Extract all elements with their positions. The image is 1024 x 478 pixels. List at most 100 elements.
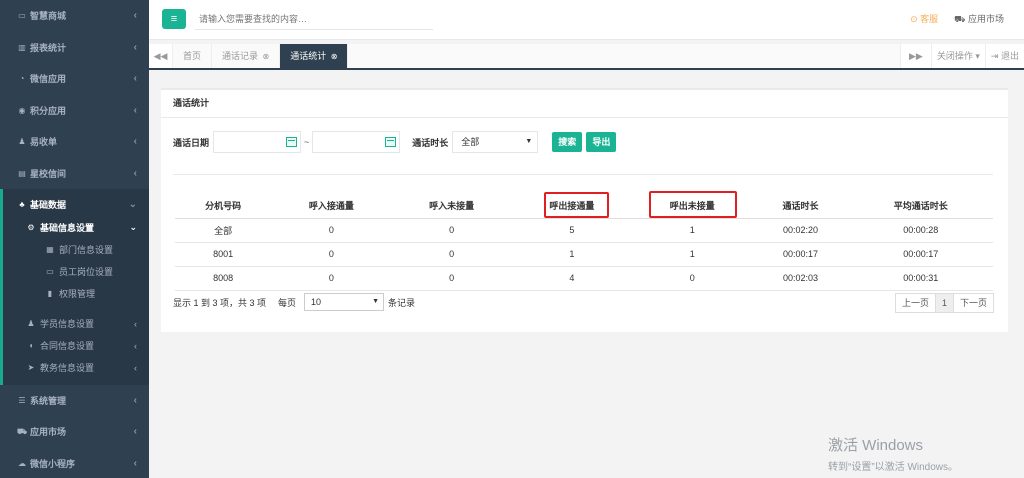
table-cell: 8008 (175, 266, 272, 291)
sidebar-item-miniprogram[interactable]: ☁ 微信小程序 ‹ (0, 448, 149, 478)
sidebar-item-wechat[interactable]: ◔ 微信应用 ‹ (0, 63, 149, 95)
cart-icon: ⛟ (16, 426, 28, 436)
windows-activation-watermark: 激活 Windows 转到“设置”以激活 Windows。 (828, 437, 959, 473)
users-icon: ♟ (27, 319, 35, 328)
table-row: 8001 0 0 1 1 00:00:17 00:00:17 (175, 242, 993, 267)
export-button[interactable]: 导出 (586, 132, 617, 152)
table-cell: 5 (511, 218, 633, 243)
sidebar-item-appmarket[interactable]: ⛟ 应用市场 ‹ (0, 416, 149, 448)
cart-icon: ⛟ (954, 14, 966, 24)
tab-call-records[interactable]: 通话记录 ⊗ (212, 44, 281, 68)
sidebar-sub-academic[interactable]: ➤ 教务信息设置 ‹ (3, 357, 149, 379)
chevron-left-icon: ‹ (133, 73, 137, 85)
duration-select[interactable]: 全部 ▼ (452, 131, 539, 153)
shield-icon: ◖ (28, 341, 34, 350)
table-row: 全部 0 0 5 1 00:02:20 00:00:28 (175, 218, 993, 243)
calendar-icon[interactable] (286, 137, 298, 147)
table-cell: 00:00:31 (848, 266, 993, 291)
col-avg-duration[interactable]: 平均通话时长 (848, 193, 993, 219)
sidebar-item-receipt[interactable]: ♟ 易收单 ‹ (0, 126, 149, 158)
table-cell: 00:00:28 (848, 218, 993, 243)
highlight-box-outbound-missed (649, 191, 737, 218)
prev-page-button[interactable]: 上一页 (894, 293, 936, 313)
sign-out-icon: ⇥ (990, 51, 999, 61)
highlight-box-outbound-answered (544, 192, 609, 218)
sidebar-item-points[interactable]: ◉ 积分应用 ‹ (0, 95, 149, 127)
table-cell: 4 (511, 266, 633, 291)
chevron-left-icon: ‹ (133, 167, 137, 179)
date-range-separator: ~ (304, 137, 310, 147)
sidebar-item-system[interactable]: ☰ 系统管理 ‹ (0, 385, 149, 417)
doc-icon: ▤ (18, 168, 26, 178)
table-cell: 00:02:20 (752, 218, 849, 243)
customer-service-link[interactable]: ⊙ 客服 (910, 12, 938, 26)
search-input[interactable] (195, 8, 433, 30)
table-cell: 00:02:03 (752, 266, 849, 291)
calendar-icon[interactable] (385, 137, 397, 147)
backward-icon: ◀◀ (153, 51, 168, 61)
cogs-icon: ⚙ (27, 223, 35, 232)
next-page-button[interactable]: 下一页 (952, 293, 994, 313)
cloud-icon: ☁ (18, 458, 26, 468)
table-cell: 0 (391, 218, 512, 243)
tab-home[interactable]: 首页 (173, 44, 213, 68)
id-card-icon: ▭ (46, 267, 54, 276)
table-cell: 00:00:17 (752, 242, 849, 267)
col-duration[interactable]: 通话时长 (752, 193, 849, 219)
sidebar-sub-department[interactable]: ▦ 部门信息设置 (3, 239, 149, 261)
chevron-left-icon: ‹ (133, 426, 137, 438)
chevron-left-icon: ‹ (133, 394, 137, 406)
sitemap-icon: ♣ (19, 200, 25, 210)
sidebar-item-mall[interactable]: ▭ 智慧商城 ‹ (0, 0, 149, 32)
table-cell: 0 (271, 218, 392, 243)
chevron-down-icon: ⌄ (129, 222, 137, 232)
table-cell: 1 (632, 218, 753, 243)
top-navbar: ≡ ⊙ 客服 ⛟ 应用市场 (149, 0, 1024, 40)
sidebar: ▭ 智慧商城 ‹ ▥ 报表统计 ‹ ◔ 微信应用 ‹ ◉ 积分应用 ‹ ♟ 易收… (0, 0, 149, 478)
col-extension[interactable]: 分机号码 (175, 193, 272, 219)
sidebar-sub-students[interactable]: ♟ 学员信息设置 ‹ (3, 313, 149, 335)
sidebar-item-school[interactable]: ▤ 星校信间 ‹ (0, 158, 149, 190)
table-cell: 0 (391, 266, 512, 291)
sidebar-sub-permissions[interactable]: ▮ 权限管理 (3, 283, 149, 305)
sidebar-sub-positions[interactable]: ▭ 员工岗位设置 (3, 261, 149, 283)
table-cell: 0 (271, 266, 392, 291)
caret-down-icon: ▼ (372, 298, 380, 305)
close-operations-dropdown[interactable]: 关闭操作 ▾ (930, 44, 985, 68)
panel-title: 通话统计 (161, 90, 1008, 118)
end-date-input[interactable] (312, 131, 401, 153)
filter-bar: 通话日期 ~ 通话时长 全部 ▼ 搜索 导出 (173, 130, 617, 154)
sidebar-active-group: ♣ 基础数据 ⌄ ⚙ 基础信息设置 ⌄ ▦ 部门信息设置 ▭ 员工岗位设置 ▮ … (0, 189, 149, 385)
hamburger-icon: ≡ (170, 13, 178, 25)
col-inbound-missed[interactable]: 呼入未接量 (391, 193, 512, 219)
close-icon[interactable]: ⊗ (263, 52, 270, 61)
chevron-left-icon: ‹ (134, 362, 137, 373)
forward-icon: ▶▶ (909, 51, 923, 61)
tab-scroll-left-button[interactable]: ◀◀ (149, 44, 173, 68)
sidebar-item-basic-data[interactable]: ♣ 基础数据 ⌄ (3, 189, 149, 221)
menu-toggle-button[interactable]: ≡ (162, 9, 186, 29)
table-cell: 1 (511, 242, 633, 267)
table-cell: 0 (632, 266, 753, 291)
chevron-left-icon: ‹ (134, 340, 137, 351)
table-row: 8008 0 0 4 0 00:02:03 00:00:31 (175, 266, 993, 291)
app-market-link[interactable]: ⛟ 应用市场 (954, 12, 1004, 26)
sidebar-item-reports[interactable]: ▥ 报表统计 ‹ (0, 32, 149, 64)
tab-call-stats[interactable]: 通话统计 ⊗ (280, 44, 349, 68)
logout-button[interactable]: ⇥ 退出 (984, 44, 1024, 68)
chevron-left-icon: ‹ (134, 318, 137, 329)
page-number-button[interactable]: 1 (934, 293, 954, 313)
duration-label: 通话时长 (412, 137, 449, 148)
page-size-select[interactable]: 10 ▼ (304, 293, 385, 311)
clock-icon: ⊙ (910, 14, 918, 24)
caret-down-icon: ▾ (975, 51, 980, 61)
filter-divider (173, 174, 993, 175)
tab-scroll-right-button[interactable]: ▶▶ (900, 44, 931, 68)
tasks-icon: ☰ (18, 395, 26, 405)
start-date-input[interactable] (213, 131, 302, 153)
search-button[interactable]: 搜索 (552, 132, 583, 152)
pagination: 上一页 1 下一页 (894, 293, 994, 313)
sidebar-sub-contracts[interactable]: ◖ 合同信息设置 ‹ (3, 335, 149, 357)
col-inbound-answered[interactable]: 呼入接通量 (271, 193, 392, 219)
close-icon[interactable]: ⊗ (331, 52, 338, 61)
